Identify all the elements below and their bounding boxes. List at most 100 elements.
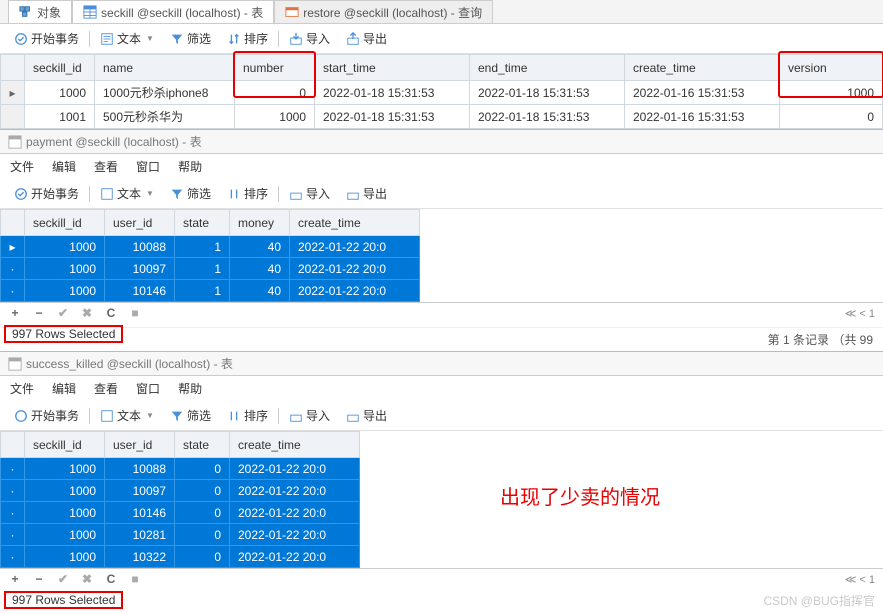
tab-restore[interactable]: restore @seckill (localhost) - 查询 [274,0,493,23]
col-seckill-id[interactable]: seckill_id [25,210,105,236]
table-row[interactable]: ·10001028102022-01-22 20:0 [1,524,360,546]
col-version[interactable]: version [780,55,883,81]
text-icon [100,32,114,46]
menu-help[interactable]: 帮助 [178,380,202,397]
filter-button[interactable]: 筛选 [164,28,217,49]
tab-objects[interactable]: 对象 [8,0,72,23]
begin-tx-button[interactable]: 开始事务 [8,28,85,49]
text-button[interactable]: 文本 ▼ [94,28,160,49]
stop-button[interactable]: ■ [128,306,142,320]
table-row[interactable]: 1001 500元秒杀华为 1000 2022-01-18 15:31:53 2… [1,105,883,129]
stop-button[interactable]: ■ [128,572,142,586]
add-row-button[interactable]: + [8,572,22,586]
import-button[interactable]: 导入 [283,183,336,204]
menu-window[interactable]: 窗口 [136,158,160,175]
table-row[interactable]: ·10001008802022-01-22 20:0 [1,458,360,480]
sort-icon [227,187,241,201]
col-number[interactable]: number [235,55,315,81]
table-header-row: seckill_id user_id state create_time [1,432,360,458]
table-row[interactable]: ▸1000100881402022-01-22 20:0 [1,236,420,258]
import-icon [289,409,303,423]
import-button[interactable]: 导入 [283,28,336,49]
tab-seckill[interactable]: seckill @seckill (localhost) - 表 [72,0,274,23]
filter-button[interactable]: 筛选 [164,405,217,426]
menu-row-2: 文件 编辑 查看 窗口 帮助 [0,154,883,179]
export-button[interactable]: 导出 [340,28,393,49]
sort-button[interactable]: 排序 [221,183,274,204]
chevron-down-icon: ▼ [146,411,154,420]
separator [89,31,90,47]
footer-bar-3: + − ✔ ✖ C ■ ≪ < 1 [0,568,883,589]
chevron-down-icon: ▼ [146,34,154,43]
table-row[interactable]: ·1000101461402022-01-22 20:0 [1,280,420,302]
table-row[interactable]: ·10001009702022-01-22 20:0 [1,480,360,502]
watermark: CSDN @BUG指挥官 [763,592,875,609]
sort-button[interactable]: 排序 [221,405,274,426]
table-row[interactable]: ·1000100971402022-01-22 20:0 [1,258,420,280]
col-create-time[interactable]: create_time [625,55,780,81]
text-button[interactable]: 文本▼ [94,405,160,426]
col-name[interactable]: name [95,55,235,81]
menu-edit[interactable]: 编辑 [52,380,76,397]
payment-table[interactable]: seckill_id user_id state money create_ti… [0,209,420,302]
text-button[interactable]: 文本▼ [94,183,160,204]
footer-bar-2: + − ✔ ✖ C ■ ≪ < 1 [0,302,883,323]
menu-edit[interactable]: 编辑 [52,158,76,175]
table-row[interactable]: ▸ 1000 1000元秒杀iphone8 0 2022-01-18 15:31… [1,81,883,105]
col-money[interactable]: money [230,210,290,236]
cancel-button[interactable]: ✖ [80,572,94,586]
export-button[interactable]: 导出 [340,405,393,426]
col-create-time[interactable]: create_time [230,432,360,458]
filter-icon [170,187,184,201]
apply-button[interactable]: ✔ [56,572,70,586]
menu-file[interactable]: 文件 [10,380,34,397]
col-state[interactable]: state [175,210,230,236]
row-marker-header [1,55,25,81]
panel-success-header: success_killed @seckill (localhost) - 表 [0,351,883,376]
menu-help[interactable]: 帮助 [178,158,202,175]
table-row[interactable]: ·10001014602022-01-22 20:0 [1,502,360,524]
begin-tx-button[interactable]: 开始事务 [8,183,85,204]
annotation-undersell: 出现了少卖的情况 [500,481,660,510]
table-header-row: seckill_id user_id state money create_ti… [1,210,420,236]
panel-payment-title: payment @seckill (localhost) - 表 [26,133,202,150]
text-icon [100,409,114,423]
text-icon [100,187,114,201]
menu-file[interactable]: 文件 [10,158,34,175]
menu-view[interactable]: 查看 [94,158,118,175]
row-marker [1,105,25,129]
panel-success-title: success_killed @seckill (localhost) - 表 [26,355,233,372]
refresh-button[interactable]: C [104,572,118,586]
col-create-time[interactable]: create_time [290,210,420,236]
begin-tx-button[interactable]: 开始事务 [8,405,85,426]
delete-row-button[interactable]: − [32,572,46,586]
success-killed-table[interactable]: seckill_id user_id state create_time ·10… [0,431,360,568]
sort-button[interactable]: 排序 [221,28,274,49]
col-start-time[interactable]: start_time [315,55,470,81]
cancel-button[interactable]: ✖ [80,306,94,320]
import-icon [289,32,303,46]
col-state[interactable]: state [175,432,230,458]
col-user-id[interactable]: user_id [105,210,175,236]
menu-window[interactable]: 窗口 [136,380,160,397]
apply-button[interactable]: ✔ [56,306,70,320]
filter-icon [170,409,184,423]
tab-restore-label: restore @seckill (localhost) - 查询 [303,4,482,21]
query-icon [285,5,299,19]
add-row-button[interactable]: + [8,306,22,320]
table-row[interactable]: ·10001032202022-01-22 20:0 [1,546,360,568]
seckill-table[interactable]: seckill_id name number start_time end_ti… [0,54,883,129]
col-end-time[interactable]: end_time [470,55,625,81]
refresh-button[interactable]: C [104,306,118,320]
tab-seckill-label: seckill @seckill (localhost) - 表 [101,4,263,21]
toolbar-2: 开始事务 文本▼ 筛选 排序 导入 导出 [0,179,883,209]
menu-view[interactable]: 查看 [94,380,118,397]
export-button[interactable]: 导出 [340,183,393,204]
col-seckill-id[interactable]: seckill_id [25,55,95,81]
col-user-id[interactable]: user_id [105,432,175,458]
import-button[interactable]: 导入 [283,405,336,426]
table-icon [8,357,22,371]
delete-row-button[interactable]: − [32,306,46,320]
col-seckill-id[interactable]: seckill_id [25,432,105,458]
filter-button[interactable]: 筛选 [164,183,217,204]
